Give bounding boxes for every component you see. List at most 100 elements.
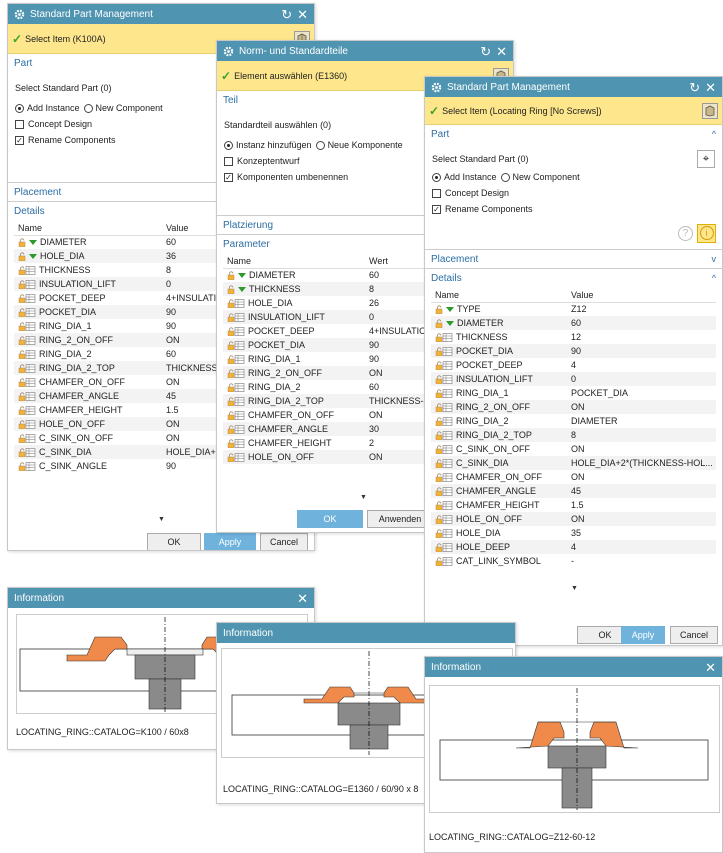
new-component-radio[interactable] — [315, 140, 325, 150]
parameter-name-cell: RING_2_ON_OFF — [223, 366, 365, 380]
section-details[interactable]: Details ^ — [425, 269, 722, 287]
rename-components-checkbox[interactable]: ✓ — [224, 172, 233, 182]
parameter-value[interactable]: POCKET_DIA — [567, 386, 716, 400]
parameter-value[interactable]: 45 — [567, 484, 716, 498]
standard-part-icon[interactable] — [702, 102, 718, 119]
dialog-titlebar[interactable]: Norm- und Standardteile ↻ ✕ — [217, 41, 513, 61]
parameter-value[interactable]: ON — [567, 470, 716, 484]
close-icon[interactable]: ✕ — [705, 661, 716, 674]
add-instance-radio[interactable] — [432, 172, 441, 182]
parameter-name: HOLE_ON_OFF — [456, 513, 523, 524]
concept-design-checkbox[interactable] — [432, 188, 441, 198]
dialog-titlebar[interactable]: Standard Part Management ↻ ✕ — [8, 4, 314, 24]
parameter-value[interactable]: 12 — [567, 330, 716, 344]
new-component-radio[interactable] — [83, 103, 93, 113]
parameter-value[interactable]: 0 — [567, 372, 716, 386]
ok-button[interactable]: OK — [297, 510, 363, 528]
table-row[interactable]: CAT_LINK_SYMBOL - — [431, 554, 716, 568]
rename-components-checkbox[interactable]: ✓ — [15, 135, 24, 145]
ok-button[interactable]: OK — [147, 533, 201, 550]
column-header-name[interactable]: Name — [431, 289, 567, 303]
gear-icon — [223, 46, 234, 56]
info-titlebar[interactable]: Information ✕ — [8, 588, 314, 608]
parameter-value[interactable]: DIAMETER — [567, 414, 716, 428]
reset-icon[interactable]: ↻ — [281, 8, 292, 21]
parameter-name: POCKET_DEEP — [456, 359, 523, 370]
concept-design-label: Konzeptentwurf — [237, 156, 300, 166]
chevron-down-icon[interactable]: v — [712, 254, 717, 264]
add-instance-radio[interactable] — [15, 103, 24, 113]
close-icon[interactable]: ✕ — [297, 592, 308, 605]
concept-design-checkbox[interactable] — [224, 156, 233, 166]
close-icon[interactable]: ✕ — [297, 8, 308, 21]
table-row[interactable]: CHAMFER_HEIGHT 1.5 — [431, 498, 716, 512]
table-row[interactable]: HOLE_DIA 35 — [431, 526, 716, 540]
reset-icon[interactable]: ↻ — [480, 45, 491, 58]
dialog-titlebar[interactable]: Standard Part Management ↻ ✕ — [425, 77, 722, 97]
column-header-name[interactable]: Name — [14, 222, 162, 236]
parameter-value[interactable]: ON — [567, 400, 716, 414]
table-row[interactable]: C_SINK_ON_OFF ON — [431, 442, 716, 456]
table-row[interactable]: RING_DIA_2_TOP 8 — [431, 428, 716, 442]
table-row[interactable]: THICKNESS 12 — [431, 330, 716, 344]
parameter-value[interactable]: 4 — [567, 358, 716, 372]
parameter-value[interactable]: 35 — [567, 526, 716, 540]
parameter-value[interactable]: ON — [567, 442, 716, 456]
cancel-button[interactable]: Cancel — [260, 533, 308, 550]
column-header-name[interactable]: Name — [223, 255, 365, 269]
section-part[interactable]: Part ^ — [425, 125, 722, 143]
table-row[interactable]: DIAMETER 60 — [431, 316, 716, 330]
instance-mode-radio-group: Add Instance New Component — [425, 169, 722, 185]
parameter-name: HOLE_ON_OFF — [39, 418, 106, 429]
parameter-name-cell: POCKET_DIA — [223, 338, 365, 352]
info-titlebar[interactable]: Information ✕ — [425, 657, 722, 677]
table-row[interactable]: TYPE Z12 — [431, 302, 716, 316]
parameter-value[interactable]: 8 — [567, 428, 716, 442]
add-instance-radio[interactable] — [224, 140, 233, 150]
table-row[interactable]: C_SINK_DIA HOLE_DIA+2*(THICKNESS-HOL... — [431, 456, 716, 470]
table-row[interactable]: HOLE_ON_OFF ON — [431, 512, 716, 526]
apply-button[interactable]: Apply — [621, 626, 665, 644]
table-row[interactable]: CHAMFER_ANGLE 45 — [431, 484, 716, 498]
expression-lock-icon — [435, 305, 444, 315]
concept-design-checkbox[interactable] — [15, 119, 24, 129]
parameter-name: HOLE_DIA — [456, 527, 501, 538]
info-titlebar[interactable]: Information — [217, 623, 515, 643]
apply-button[interactable]: Apply — [204, 533, 256, 550]
column-header-value[interactable]: Value — [567, 289, 716, 303]
table-row[interactable]: RING_DIA_1 POCKET_DIA — [431, 386, 716, 400]
info-icon[interactable]: i — [697, 223, 716, 243]
table-row[interactable]: CHAMFER_ON_OFF ON — [431, 470, 716, 484]
table-row[interactable]: POCKET_DIA 90 — [431, 344, 716, 358]
new-component-radio[interactable] — [500, 172, 510, 182]
help-icon[interactable]: ? — [678, 225, 693, 241]
parameter-value[interactable]: 1.5 — [567, 498, 716, 512]
chevron-up-icon[interactable]: ^ — [712, 129, 716, 139]
more-down-icon[interactable]: ▼ — [158, 516, 165, 523]
rename-components-checkbox[interactable]: ✓ — [432, 204, 441, 214]
chevron-up-icon[interactable]: ^ — [712, 273, 716, 283]
section-placement[interactable]: Placement v — [425, 250, 722, 268]
parameter-value[interactable]: Z12 — [567, 302, 716, 316]
more-down-icon[interactable]: ▼ — [360, 494, 367, 501]
table-row[interactable]: RING_DIA_2 DIAMETER — [431, 414, 716, 428]
table-row[interactable]: INSULATION_LIFT 0 — [431, 372, 716, 386]
crosshair-icon[interactable]: ⌖ — [697, 150, 715, 168]
table-row[interactable]: POCKET_DEEP 4 — [431, 358, 716, 372]
parameter-value[interactable]: 90 — [567, 344, 716, 358]
parameter-name-cell: HOLE_DIA — [431, 526, 567, 540]
parameter-value[interactable]: ON — [567, 512, 716, 526]
cancel-button[interactable]: Cancel — [670, 626, 718, 644]
more-down-icon[interactable]: ▼ — [571, 585, 578, 592]
close-icon[interactable]: ✕ — [705, 81, 716, 94]
table-row[interactable]: RING_2_ON_OFF ON — [431, 400, 716, 414]
select-item-row[interactable]: ✓ Select Item (Locating Ring [No Screws]… — [425, 97, 722, 125]
close-icon[interactable]: ✕ — [496, 45, 507, 58]
parameter-value[interactable]: - — [567, 554, 716, 568]
add-instance-label: Add Instance — [444, 172, 497, 182]
parameter-value[interactable]: 4 — [567, 540, 716, 554]
table-row[interactable]: HOLE_DEEP 4 — [431, 540, 716, 554]
parameter-value[interactable]: 60 — [567, 316, 716, 330]
parameter-value[interactable]: HOLE_DIA+2*(THICKNESS-HOL... — [567, 456, 716, 470]
reset-icon[interactable]: ↻ — [689, 81, 700, 94]
